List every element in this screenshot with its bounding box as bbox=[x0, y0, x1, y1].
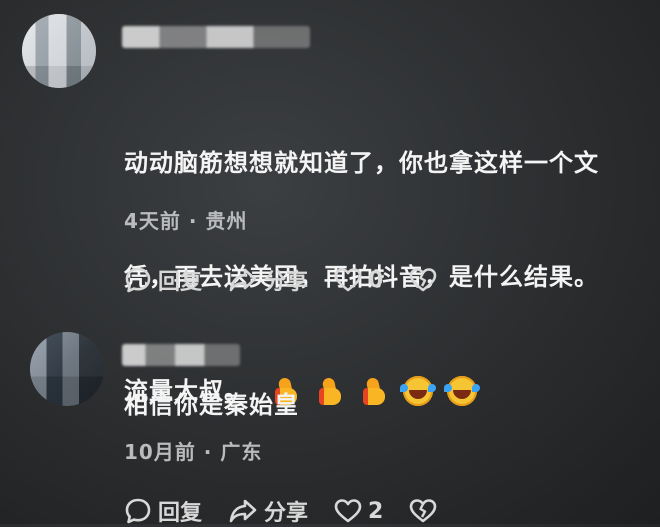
comment-text: 相信你是秦始皇 bbox=[124, 391, 299, 419]
comment-meta: 4天前 · 贵州 bbox=[124, 209, 248, 233]
like-count: 2 bbox=[368, 498, 384, 524]
share-arrow-icon bbox=[229, 268, 257, 292]
reply-button[interactable]: 回复 bbox=[124, 264, 202, 296]
reply-label: 回复 bbox=[158, 270, 203, 295]
dislike-button[interactable] bbox=[409, 498, 437, 524]
share-label: 分享 bbox=[264, 501, 309, 526]
laughing-crying-icon bbox=[400, 376, 433, 406]
avatar[interactable] bbox=[22, 14, 96, 88]
reply-button[interactable]: 回复 bbox=[124, 495, 202, 527]
broken-heart-icon bbox=[410, 268, 437, 292]
like-button[interactable]: 0 bbox=[334, 267, 383, 293]
share-button[interactable]: 分享 bbox=[228, 264, 308, 296]
comment-bubble-icon bbox=[125, 267, 151, 293]
username-blurred[interactable] bbox=[122, 344, 240, 366]
laughing-crying-icon bbox=[444, 376, 477, 406]
share-arrow-icon bbox=[229, 499, 257, 523]
comment-meta: 10月前 · 广东 bbox=[124, 440, 263, 464]
comment-bubble-icon bbox=[125, 498, 151, 524]
share-button[interactable]: 分享 bbox=[228, 495, 308, 527]
like-button[interactable]: 2 bbox=[334, 498, 383, 524]
comment-actions: 回复 分享 2 bbox=[124, 495, 463, 527]
username-blurred[interactable] bbox=[122, 26, 310, 48]
thumbs-up-icon bbox=[359, 376, 389, 406]
heart-icon bbox=[334, 499, 362, 523]
share-label: 分享 bbox=[264, 270, 309, 295]
comment-text-line: 动动脑筋想想就知道了，你也拿这样一个文 bbox=[124, 149, 599, 177]
comment-actions: 回复 分享 0 bbox=[124, 264, 463, 296]
reply-label: 回复 bbox=[158, 501, 203, 526]
thumbs-up-icon bbox=[315, 376, 345, 406]
heart-icon bbox=[334, 268, 362, 292]
broken-heart-icon bbox=[410, 499, 437, 523]
dislike-button[interactable] bbox=[409, 267, 437, 293]
avatar[interactable] bbox=[30, 332, 104, 406]
like-count: 0 bbox=[368, 267, 384, 293]
